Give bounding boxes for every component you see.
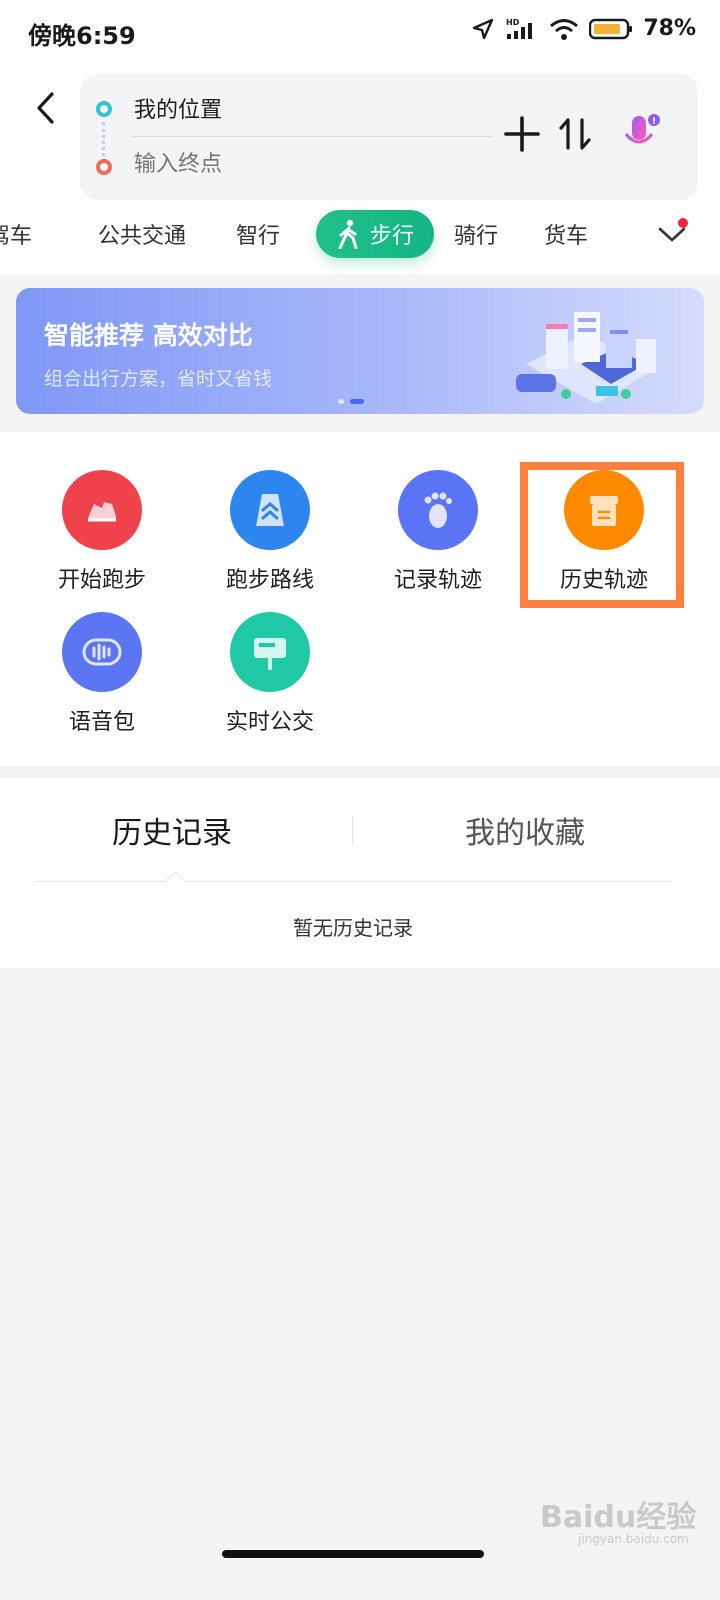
start-running-button[interactable]: 开始跑步 xyxy=(32,462,172,593)
tool-label: 记录轨迹 xyxy=(393,568,482,593)
wifi-icon xyxy=(550,18,579,40)
swap-route-button[interactable] xyxy=(556,114,596,154)
footprint-icon xyxy=(398,470,478,550)
watermark-logo: Baidu经验 xyxy=(540,1500,697,1535)
notification-dot xyxy=(678,218,688,228)
svg-text:!: ! xyxy=(652,117,656,127)
tab-walk[interactable]: 步行 xyxy=(316,210,434,258)
destination-input[interactable] xyxy=(134,152,484,177)
battery-percent: 78% xyxy=(643,16,696,41)
realtime-bus-button[interactable]: 实时公交 xyxy=(200,604,340,735)
history-track-button[interactable]: 历史轨迹 xyxy=(534,462,674,593)
promo-banner[interactable]: 智能推荐 高效对比 组合出行方案，省时又省钱 xyxy=(16,288,704,414)
tab-truck[interactable]: 货车 xyxy=(544,218,588,250)
voice-pack-button[interactable]: 语音包 xyxy=(32,604,172,735)
tool-label: 语音包 xyxy=(68,710,135,735)
tab-favorites[interactable]: 我的收藏 xyxy=(465,808,585,852)
tab-underline xyxy=(34,881,672,882)
plus-icon xyxy=(504,116,540,152)
tab-bike[interactable]: 骑行 xyxy=(454,218,498,250)
watermark-url: jingyan.baidu.com xyxy=(578,1532,689,1546)
microphone-icon: ! xyxy=(624,114,660,152)
tab-drive[interactable]: 驾车 xyxy=(0,218,32,250)
start-point-icon xyxy=(96,101,112,117)
soundwave-icon xyxy=(62,612,142,692)
city-illustration-icon xyxy=(516,312,656,404)
svg-text:HD: HD xyxy=(506,18,520,27)
end-point-icon xyxy=(96,159,112,175)
tab-separator xyxy=(352,816,353,846)
running-shoe-icon xyxy=(62,470,142,550)
bus-stop-sign-icon xyxy=(230,612,310,692)
banner-pagination xyxy=(338,399,364,404)
start-location[interactable]: 我的位置 xyxy=(134,92,222,124)
archive-box-icon xyxy=(564,470,644,550)
chevron-left-icon xyxy=(37,92,54,124)
tab-history[interactable]: 历史记录 xyxy=(112,808,232,852)
status-time: 傍晚6:59 xyxy=(28,22,136,50)
route-chevron-icon xyxy=(230,470,310,550)
history-panel: 历史记录 我的收藏 暂无历史记录 xyxy=(0,778,720,968)
record-track-button[interactable]: 记录轨迹 xyxy=(368,462,508,593)
swap-icon xyxy=(559,118,591,150)
travel-mode-tabs: 驾车 公共交通 智行 步行 骑行 货车 xyxy=(0,206,720,264)
back-button[interactable] xyxy=(26,88,66,128)
tab-indicator xyxy=(165,871,185,891)
route-connector xyxy=(102,122,106,156)
more-modes-button[interactable] xyxy=(652,216,692,252)
banner-subtitle: 组合出行方案，省时又省钱 xyxy=(44,368,273,390)
tool-label: 实时公交 xyxy=(225,710,314,735)
walking-person-icon xyxy=(338,219,358,249)
tool-label: 开始跑步 xyxy=(57,568,146,593)
banner-title: 智能推荐 高效对比 xyxy=(44,321,253,350)
battery-icon xyxy=(589,18,633,39)
status-icons: HD 78% xyxy=(471,16,696,41)
add-waypoint-button[interactable] xyxy=(502,114,542,154)
tab-smart[interactable]: 智行 xyxy=(236,218,280,250)
empty-history-text: 暂无历史记录 xyxy=(293,916,413,940)
location-arrow-icon xyxy=(473,18,494,39)
route-divider xyxy=(132,136,492,137)
tool-label: 历史轨迹 xyxy=(559,568,648,593)
voice-input-button[interactable]: ! xyxy=(618,112,664,158)
tool-label: 跑步路线 xyxy=(225,568,314,593)
walking-tools-panel: 开始跑步 跑步路线 记录轨迹 历史轨迹 语音包 实时公交 xyxy=(0,432,720,766)
route-input-panel: 我的位置 ! xyxy=(80,74,698,200)
tab-walk-label: 步行 xyxy=(369,224,414,249)
signal-icon: HD xyxy=(506,18,533,39)
tab-transit[interactable]: 公共交通 xyxy=(98,218,186,250)
running-routes-button[interactable]: 跑步路线 xyxy=(200,462,340,593)
home-indicator[interactable] xyxy=(222,1550,484,1558)
